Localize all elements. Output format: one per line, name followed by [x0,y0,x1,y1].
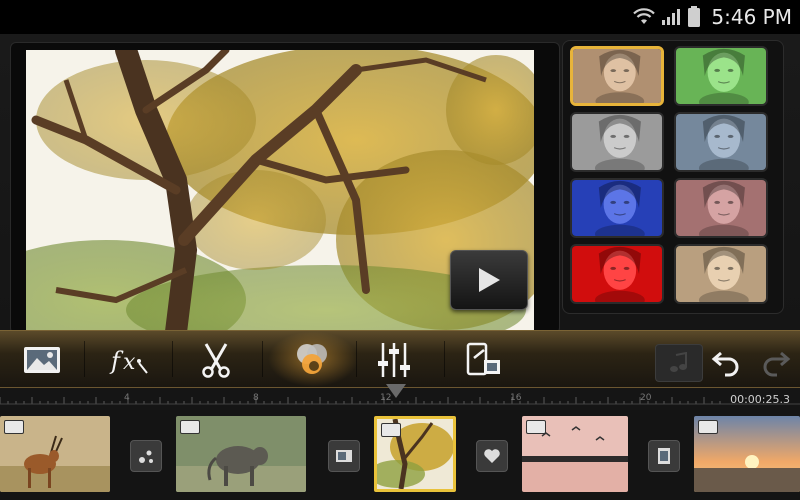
sparkle-transition-icon [139,450,153,463]
clip-baboon[interactable] [176,416,306,492]
image-badge-icon [4,420,24,434]
play-button[interactable] [450,250,528,310]
redo-button[interactable] [756,342,796,382]
toolbar-divider [356,341,357,377]
fx-icon: f x [109,347,148,375]
playhead[interactable] [386,384,406,398]
effect-thumbnail-grayscale[interactable] [570,112,664,172]
effect-thumbnail-original[interactable] [570,46,664,106]
transition-button[interactable] [476,440,508,472]
effect-thumbnail-warm[interactable] [674,244,768,304]
ruler-label: 4 [124,393,130,403]
toolbar-divider [172,341,173,377]
toolbar-divider [262,341,263,377]
color-tool-button[interactable] [284,337,340,383]
add-music-button[interactable] [655,344,703,382]
toolbar-divider [84,341,85,377]
redo-icon [763,351,791,377]
transition-button[interactable] [328,440,360,472]
transition-button[interactable] [130,440,162,472]
ruler-label: 8 [253,393,259,403]
toolbar-divider [444,341,445,377]
color-circles-icon [297,344,327,374]
heart-transition-icon [484,449,500,463]
battery-icon [687,6,701,28]
undo-button[interactable] [706,342,746,382]
image-tool-button[interactable] [14,337,70,383]
clip-tree[interactable] [374,416,456,492]
image-badge-icon [180,420,200,434]
trim-tool-button[interactable] [188,337,244,383]
music-note-icon [670,352,687,372]
effect-thumbnail-blue[interactable] [570,178,664,238]
scissors-icon [202,343,230,378]
signal-icon [661,8,681,26]
status-time: 5:46 PM [711,5,792,29]
fx-tool-button[interactable]: f x [100,337,156,383]
clip-lake-birds[interactable] [522,416,628,492]
image-badge-icon [698,420,718,434]
svg-text:f: f [109,347,124,375]
image-icon [24,347,60,373]
export-device-icon [466,342,500,376]
export-tool-button[interactable] [456,337,512,383]
clip-sunset[interactable] [694,416,800,492]
effect-thumbnail-rose[interactable] [674,178,768,238]
wifi-icon [633,8,656,26]
undo-icon [711,351,739,377]
ruler-label: 20 [640,393,652,403]
image-badge-icon [381,423,401,437]
sliders-icon [378,343,410,377]
svg-text:x: x [123,350,136,375]
effect-thumbnail-green[interactable] [674,46,768,106]
adjust-tool-button[interactable] [366,337,422,383]
clip-antelope[interactable] [0,416,110,492]
effect-thumbnail-red[interactable] [570,244,664,304]
timecode: 00:00:25.3 [730,393,790,406]
film-transition-icon [658,448,670,464]
slide-transition-icon [336,450,352,462]
ruler-label: 16 [510,393,522,403]
play-icon [479,268,500,292]
image-badge-icon [526,420,546,434]
effect-thumbnail-blue-gray[interactable] [674,112,768,172]
transition-button[interactable] [648,440,680,472]
status-bar: 5:46 PM [0,0,800,34]
